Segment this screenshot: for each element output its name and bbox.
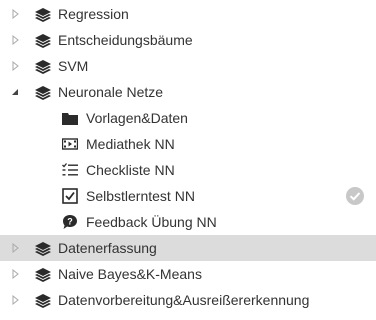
child-item-selbstlerntest-nn[interactable]: Selbstlerntest NN (0, 183, 376, 209)
child-item-label: Selbstlerntest NN (86, 188, 195, 204)
film-icon (62, 136, 78, 152)
checkbox-icon (62, 188, 78, 204)
collapse-arrow-icon[interactable] (10, 87, 20, 97)
course-tree: Regression Entscheidungsbäume SVM Neuron… (0, 0, 376, 313)
svg-text:?: ? (67, 217, 73, 227)
tree-item-datenvorbereitung[interactable]: Datenvorbereitung&Ausreißererkennung (0, 287, 376, 313)
tree-item-neuronale-netze[interactable]: Neuronale Netze (0, 79, 376, 105)
tree-item-label: Datenerfassung (58, 240, 157, 256)
tree-item-label: Regression (58, 6, 129, 22)
child-item-label: Mediathek NN (86, 136, 175, 152)
layers-icon (34, 60, 52, 74)
layers-icon (34, 86, 52, 100)
expand-arrow-icon[interactable] (10, 61, 20, 71)
child-item-mediathek-nn[interactable]: Mediathek NN (0, 131, 376, 157)
tree-item-label: Entscheidungsbäume (58, 32, 193, 48)
feedback-icon: ? (62, 214, 78, 230)
layers-icon (34, 268, 52, 282)
child-item-feedback-uebung-nn[interactable]: ? Feedback Übung NN (0, 209, 376, 235)
expand-arrow-icon[interactable] (10, 295, 20, 305)
expand-arrow-icon[interactable] (10, 35, 20, 45)
tree-item-label: SVM (58, 58, 89, 74)
child-item-label: Checkliste NN (86, 162, 175, 178)
tree-item-datenerfassung[interactable]: Datenerfassung (0, 235, 376, 261)
layers-icon (34, 242, 52, 256)
child-item-vorlagen-daten[interactable]: Vorlagen&Daten (0, 105, 376, 131)
tree-item-label: Neuronale Netze (58, 84, 164, 100)
tree-item-label: Naive Bayes&K-Means (58, 266, 202, 282)
expand-arrow-icon[interactable] (10, 243, 20, 253)
completed-check-icon (346, 187, 364, 205)
checklist-icon (62, 162, 78, 178)
expand-arrow-icon[interactable] (10, 269, 20, 279)
tree-item-regression[interactable]: Regression (0, 1, 376, 27)
layers-icon (34, 8, 52, 22)
child-item-label: Feedback Übung NN (86, 214, 217, 230)
layers-icon (34, 294, 52, 308)
tree-item-svm[interactable]: SVM (0, 53, 376, 79)
child-item-label: Vorlagen&Daten (86, 110, 188, 126)
layers-icon (34, 34, 52, 48)
child-item-checkliste-nn[interactable]: Checkliste NN (0, 157, 376, 183)
tree-item-naive-bayes-k-means[interactable]: Naive Bayes&K-Means (0, 261, 376, 287)
tree-item-label: Datenvorbereitung&Ausreißererkennung (58, 292, 310, 308)
expand-arrow-icon[interactable] (10, 9, 20, 19)
folder-icon (62, 110, 78, 126)
tree-item-entscheidungsbaeume[interactable]: Entscheidungsbäume (0, 27, 376, 53)
